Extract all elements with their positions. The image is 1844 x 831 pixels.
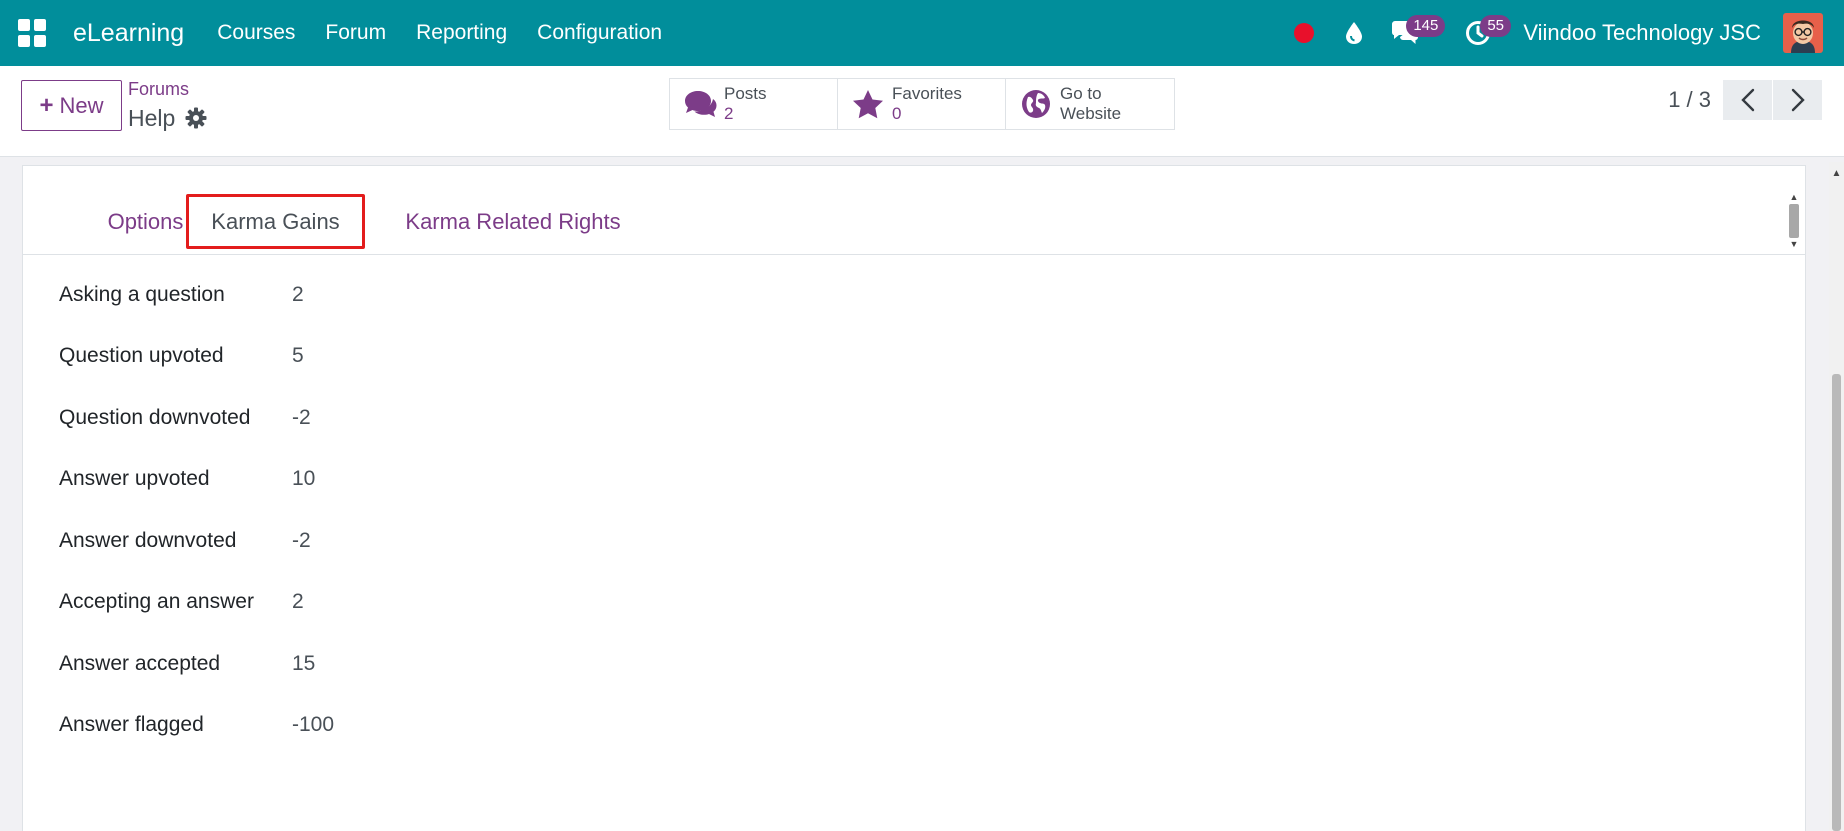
field-value[interactable]: 10 — [292, 467, 315, 491]
smart-buttons: Posts 2 Favorites 0 Go to Website — [669, 78, 1175, 130]
field-label: Question downvoted — [59, 406, 251, 429]
new-button[interactable]: + New — [21, 80, 122, 131]
breadcrumb-forums[interactable]: Forums — [128, 79, 189, 100]
app-brand[interactable]: eLearning — [73, 19, 184, 48]
gear-icon[interactable] — [185, 107, 207, 129]
notebook-tabs: Options Karma Gains Karma Related Rights — [23, 194, 1805, 255]
star-icon — [848, 89, 888, 119]
posts-label: Posts — [724, 84, 767, 103]
website-label: Website — [1060, 104, 1122, 123]
field-label: Accepting an answer — [59, 590, 254, 613]
field-value[interactable]: 2 — [292, 283, 304, 307]
favorites-smart-button[interactable]: Favorites 0 — [838, 79, 1006, 129]
field-value[interactable]: -2 — [292, 529, 311, 553]
field-accepting-answer: Accepting an answer 2 — [59, 587, 304, 617]
chat-badge: 145 — [1406, 15, 1446, 37]
field-answer-downvoted: Answer downvoted -2 — [59, 526, 311, 556]
posts-count: 2 — [724, 104, 734, 123]
menu-forum[interactable]: Forum — [325, 21, 386, 45]
field-asking-question: Asking a question 2 — [59, 280, 304, 310]
page-scrollbar[interactable]: ▲ — [1829, 162, 1844, 831]
field-answer-accepted: Answer accepted 15 — [59, 649, 315, 679]
new-button-label: New — [59, 92, 104, 118]
scroll-up-arrow-icon[interactable]: ▲ — [1787, 193, 1801, 202]
favorites-label: Favorites — [892, 84, 962, 103]
tab-karma-related-rights[interactable]: Karma Related Rights — [383, 194, 643, 249]
field-label: Answer upvoted — [59, 467, 210, 490]
page-scroll-up-icon[interactable]: ▲ — [1829, 168, 1844, 179]
globe-icon — [1016, 89, 1056, 119]
field-answer-flagged: Answer flagged -100 — [59, 710, 334, 740]
field-value[interactable]: -100 — [292, 713, 334, 737]
field-value[interactable]: 5 — [292, 344, 304, 368]
field-answer-upvoted: Answer upvoted 10 — [59, 464, 315, 494]
field-label: Question upvoted — [59, 344, 224, 367]
plus-icon: + — [39, 91, 54, 119]
record-icon[interactable] — [1284, 13, 1324, 53]
chevron-right-icon — [1791, 88, 1805, 112]
systray: 145 55 Viindoo Technology JSC — [1279, 0, 1844, 66]
pager-next-button[interactable] — [1773, 80, 1822, 120]
field-value[interactable]: 15 — [292, 652, 315, 676]
field-label: Answer accepted — [59, 652, 221, 675]
drop-icon[interactable] — [1334, 13, 1374, 53]
pager: 1 / 3 — [1668, 80, 1822, 120]
posts-smart-button[interactable]: Posts 2 — [670, 79, 838, 129]
field-value[interactable]: 2 — [292, 590, 304, 614]
field-label: Asking a question — [59, 283, 225, 306]
field-question-downvoted: Question downvoted -2 — [59, 403, 311, 433]
comments-icon — [680, 90, 720, 118]
go-to-website-button[interactable]: Go to Website — [1006, 79, 1174, 129]
app-menu-icon[interactable] — [17, 18, 47, 48]
pager-value[interactable]: 1 / 3 — [1668, 87, 1711, 113]
field-value[interactable]: -2 — [292, 406, 311, 430]
field-label: Answer flagged — [59, 713, 204, 736]
scroll-down-arrow-icon[interactable]: ▼ — [1787, 240, 1801, 249]
menu-configuration[interactable]: Configuration — [537, 21, 662, 45]
record-name: Help — [128, 105, 176, 131]
menu-reporting[interactable]: Reporting — [416, 21, 507, 45]
go-to-label: Go to — [1060, 84, 1102, 103]
page-scrollbar-thumb[interactable] — [1832, 374, 1841, 831]
scrollbar-thumb[interactable] — [1789, 204, 1799, 238]
chevron-left-icon — [1740, 88, 1754, 112]
top-navbar: eLearning Courses Forum Reporting Config… — [0, 0, 1844, 66]
menu-courses[interactable]: Courses — [217, 21, 295, 45]
field-label: Answer downvoted — [59, 529, 237, 552]
company-switcher[interactable]: Viindoo Technology JSC — [1523, 20, 1761, 46]
control-panel: + New Forums Help Posts 2 Favorites 0 Go… — [0, 66, 1844, 157]
favorites-count: 0 — [892, 104, 902, 123]
chat-icon[interactable]: 145 — [1384, 13, 1446, 53]
activity-badge: 55 — [1480, 15, 1511, 37]
tabs-scrollbar[interactable]: ▲ ▼ — [1787, 193, 1801, 253]
form-sheet: Options Karma Gains Karma Related Rights… — [22, 165, 1806, 831]
tab-karma-gains[interactable]: Karma Gains — [186, 194, 365, 249]
pager-previous-button[interactable] — [1723, 80, 1772, 120]
activity-clock-icon[interactable]: 55 — [1458, 13, 1511, 53]
field-question-upvoted: Question upvoted 5 — [59, 341, 304, 371]
user-avatar[interactable] — [1783, 13, 1823, 53]
